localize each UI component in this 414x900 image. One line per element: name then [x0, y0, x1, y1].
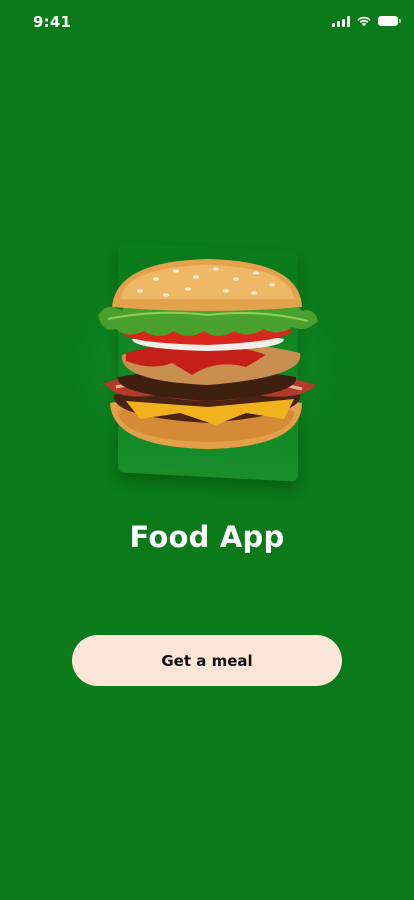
app-title: Food App [129, 520, 285, 554]
hero-image [56, 235, 356, 485]
burger-image [98, 259, 318, 449]
wifi-icon [357, 16, 371, 27]
status-time: 9:41 [33, 13, 72, 31]
battery-icon [378, 16, 401, 26]
signal-icon [332, 15, 350, 27]
status-icons [332, 15, 401, 27]
status-bar: 9:41 [0, 0, 414, 44]
get-a-meal-button[interactable]: Get a meal [72, 635, 342, 686]
